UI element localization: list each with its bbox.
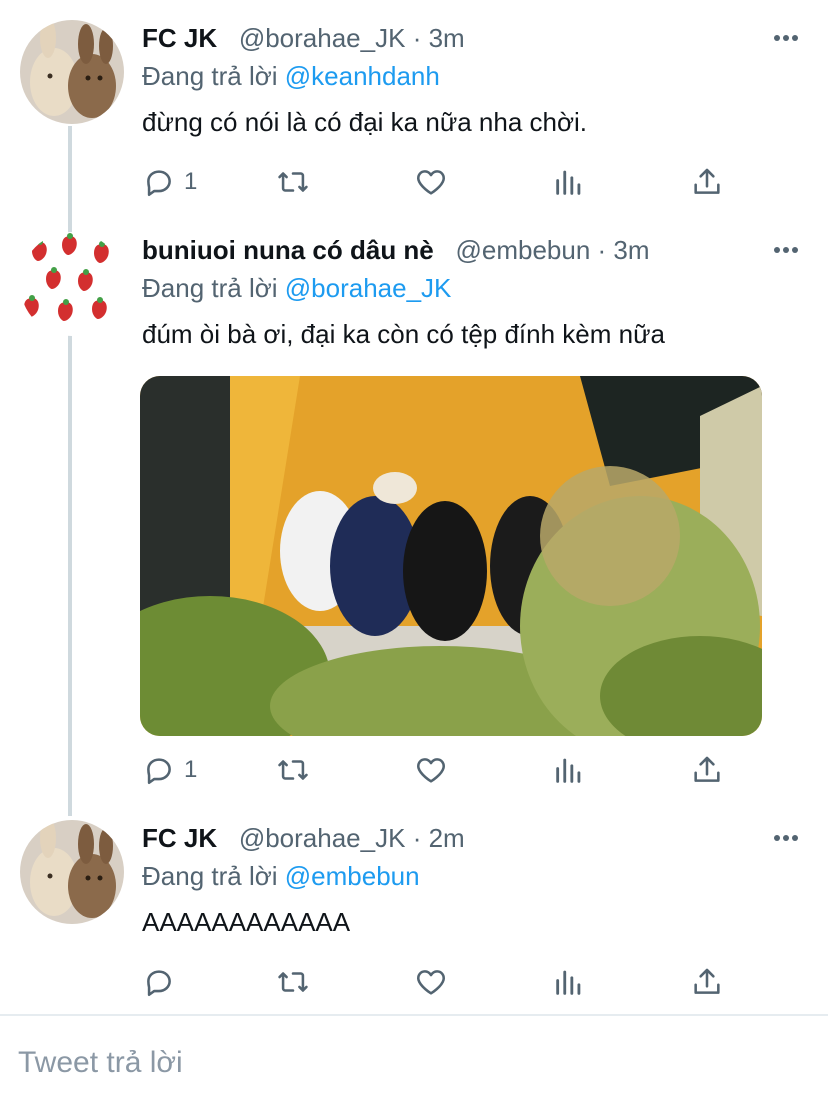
display-name[interactable]: FC JK — [142, 23, 217, 53]
share-button[interactable] — [690, 962, 724, 1002]
display-name[interactable]: buniuoi nuna có dâu nè — [142, 235, 434, 265]
like-button[interactable] — [414, 162, 448, 202]
heart-icon — [417, 170, 445, 195]
like-button[interactable] — [414, 750, 448, 790]
tweet-actions: 1 — [142, 162, 742, 202]
more-icon[interactable] — [772, 28, 800, 48]
reply-icon — [147, 170, 171, 197]
timestamp[interactable]: · 3m — [598, 235, 650, 265]
more-icon[interactable] — [772, 240, 800, 260]
display-name[interactable]: FC JK — [142, 823, 217, 853]
tweet-header: buniuoi nuna có dâu nè @embebun · 3m — [142, 234, 768, 266]
retweet-button[interactable] — [276, 162, 310, 202]
mention-link[interactable]: @embebun — [285, 861, 420, 891]
tweet-text: đúm òi bà ơi, đại ka còn có tệp đính kèm… — [142, 319, 665, 349]
tweet-header: FC JK @borahae_JK · 2m — [142, 822, 768, 854]
mention-link[interactable]: @borahae_JK — [285, 273, 452, 303]
retweet-icon — [278, 972, 308, 992]
like-button[interactable] — [414, 962, 448, 1002]
analytics-button[interactable] — [552, 962, 586, 1002]
tweet-header: FC JK @borahae_JK · 3m — [142, 22, 768, 54]
share-icon — [694, 968, 720, 994]
avatar[interactable] — [20, 232, 124, 336]
retweet-button[interactable] — [276, 750, 310, 790]
tweet-text: AAAAAAAAAAAA — [142, 907, 351, 937]
share-button[interactable] — [690, 750, 724, 790]
share-button[interactable] — [690, 162, 724, 202]
reply-tweet-input[interactable]: Tweet trả lời — [18, 1046, 183, 1080]
reply-button[interactable]: 1 — [142, 162, 197, 202]
reply-count: 1 — [184, 168, 198, 195]
mention-link[interactable]: @keanhdanh — [285, 61, 440, 91]
reply-icon — [147, 970, 171, 997]
reply-icon — [147, 758, 171, 785]
analytics-icon — [556, 970, 581, 995]
reply-button[interactable] — [142, 962, 184, 1002]
analytics-icon — [556, 758, 581, 783]
handle[interactable]: @embebun — [455, 235, 590, 265]
tweet-3[interactable]: FC JK @borahae_JK · 2m Đang trả lời @emb… — [0, 800, 828, 1010]
share-icon — [694, 756, 720, 782]
share-icon — [694, 168, 720, 194]
handle[interactable]: @borahae_JK — [239, 823, 406, 853]
timestamp[interactable]: · 2m — [413, 823, 465, 853]
timestamp[interactable]: · 3m — [413, 23, 465, 53]
video-thumbnail[interactable] — [140, 376, 762, 736]
retweet-icon — [278, 172, 308, 192]
tweet-1[interactable]: FC JK @borahae_JK · 3m Đang trả lời @kea… — [0, 0, 828, 212]
replying-to: Đang trả lời @borahae_JK — [142, 273, 452, 303]
tweet-actions: 1 — [142, 750, 742, 790]
retweet-button[interactable] — [276, 962, 310, 1002]
divider — [0, 1014, 828, 1016]
heart-icon — [417, 970, 445, 995]
analytics-icon — [556, 170, 581, 195]
tweet-text: đừng có nói là có đại ka nữa nha chời. — [142, 107, 588, 137]
reply-button[interactable]: 1 — [142, 750, 197, 790]
more-icon[interactable] — [772, 828, 800, 848]
handle[interactable]: @borahae_JK — [239, 23, 406, 53]
replying-to: Đang trả lời @keanhdanh — [142, 61, 440, 91]
tweet-actions — [142, 962, 742, 1002]
analytics-button[interactable] — [552, 162, 586, 202]
heart-icon — [417, 758, 445, 783]
reply-count: 1 — [184, 756, 198, 783]
avatar[interactable] — [20, 20, 124, 124]
avatar[interactable] — [20, 820, 124, 924]
analytics-button[interactable] — [552, 750, 586, 790]
retweet-icon — [278, 760, 308, 780]
replying-to: Đang trả lời @embebun — [142, 861, 420, 891]
